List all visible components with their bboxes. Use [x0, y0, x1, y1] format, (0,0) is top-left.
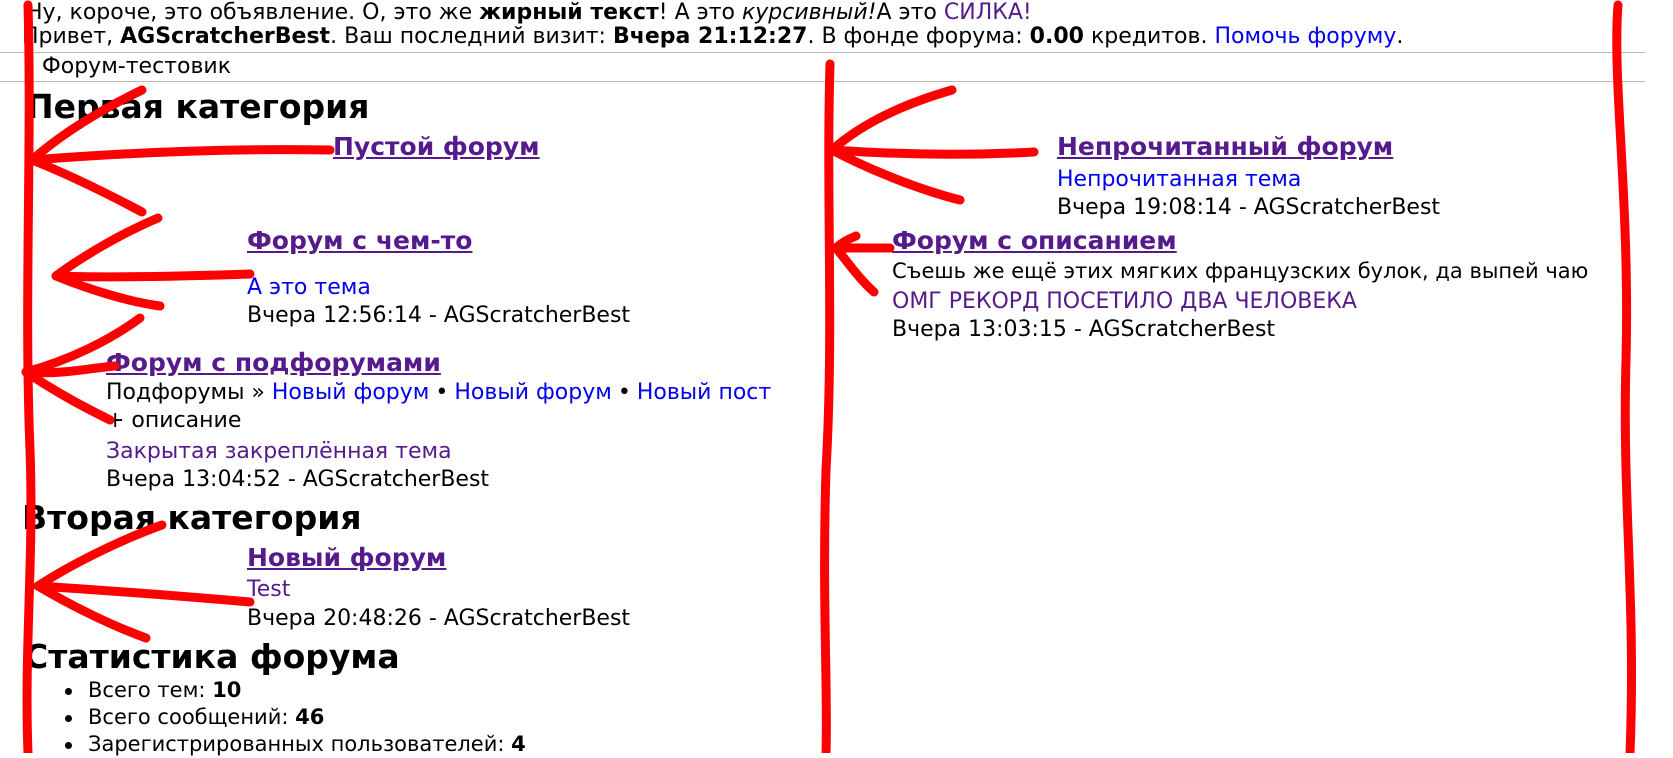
- breadcrumb-separator: ›: [26, 54, 35, 79]
- announcement-text-mid: ! А это: [658, 0, 742, 25]
- forum-link-something[interactable]: Форум с чем-то: [247, 226, 472, 256]
- subforums-label: Подфорумы »: [106, 380, 265, 405]
- subforum-separator: •: [617, 380, 631, 405]
- annotation-line-middle: [820, 59, 835, 753]
- forum-link-subforums[interactable]: Форум с подфорумами: [106, 348, 441, 378]
- category-title-first: Первая категория: [26, 87, 370, 126]
- announcement-text-after: А это: [876, 0, 944, 25]
- stats-item: Всего сообщений: 46: [62, 704, 526, 731]
- subforum-link[interactable]: Новый пост: [637, 380, 771, 405]
- announcement-text: Ну, короче, это объявление. О, это же: [26, 0, 480, 25]
- stats-value: 10: [212, 678, 242, 702]
- divider-bottom: [0, 81, 1645, 82]
- annotation-arrow: [831, 231, 879, 297]
- stats-title: Статистика форума: [24, 637, 400, 676]
- announcement-link[interactable]: СИЛКА!: [944, 0, 1032, 25]
- topic-link-pinned[interactable]: Закрытая закреплённая тема: [106, 439, 452, 465]
- annotation-arrow: [27, 145, 335, 165]
- stats-item: Всего тем: 10: [62, 677, 526, 704]
- welcome-username: AGScratcherBest: [120, 24, 331, 49]
- forum-link-unread[interactable]: Непрочитанный форум: [1057, 132, 1393, 162]
- forum-description: Съешь же ещё этих мягких французских бул…: [892, 259, 1589, 283]
- stats-list: Всего тем: 10 Всего сообщений: 46 Зареги…: [62, 677, 526, 758]
- forum-link-empty[interactable]: Пустой форум: [333, 132, 540, 162]
- subforum-separator: •: [435, 380, 449, 405]
- annotation-arrow: [33, 581, 255, 607]
- last-post-unread: Вчера 19:08:14 - AGScratcherBest: [1057, 195, 1441, 220]
- last-visit-value: Вчера 21:12:27: [612, 24, 808, 49]
- annotation-arrow: [33, 520, 167, 643]
- subforum-link[interactable]: Новый форум: [272, 380, 429, 405]
- announcement-italic: курсивный!: [741, 0, 877, 25]
- subforums-row: Подфорумы » Новый форум • Новый форум • Новы…: [106, 380, 771, 406]
- last-post-new: Вчера 20:48:26 - AGScratcherBest: [247, 606, 631, 631]
- annotation-arrow: [827, 145, 1039, 159]
- stats-item: Зарегистрированных пользователей: 4: [62, 731, 526, 758]
- topic-link-record[interactable]: ОМГ РЕКОРД ПОСЕТИЛО ДВА ЧЕЛОВЕКА: [892, 289, 1357, 315]
- breadcrumb-forum-link[interactable]: Форум-тестовик: [42, 54, 231, 79]
- last-post-subforums: Вчера 13:04:52 - AGScratcherBest: [106, 467, 490, 492]
- topic-link-test[interactable]: Test: [247, 577, 290, 603]
- topic-link-unread[interactable]: Непрочитанная тема: [1057, 167, 1301, 193]
- annotation-arrow: [51, 213, 165, 311]
- stats-value: 46: [295, 705, 325, 729]
- breadcrumb: › Форум-тестовик: [26, 54, 231, 80]
- forum-link-new[interactable]: Новый форум: [247, 543, 446, 573]
- annotation-arrow: [827, 85, 965, 205]
- fund-label: . В фонде форума:: [807, 24, 1030, 49]
- welcome-end: .: [1396, 24, 1404, 49]
- last-visit-label: . Ваш последний визит:: [330, 24, 613, 49]
- subforums-description: + описание: [106, 408, 242, 433]
- announcement-bold: жирный текст: [479, 0, 659, 25]
- stats-label: Всего сообщений:: [88, 705, 296, 729]
- annotation-arrow: [21, 367, 115, 425]
- last-post-description: Вчера 13:03:15 - AGScratcherBest: [892, 317, 1276, 342]
- subforum-link[interactable]: Новый форум: [454, 380, 611, 405]
- welcome-bar: Привет, AGScratcherBest. Ваш последний в…: [22, 24, 1403, 50]
- stats-label: Зарегистрированных пользователей:: [88, 732, 512, 756]
- announcement: Ну, короче, это объявление. О, это же жи…: [26, 0, 1032, 26]
- fund-value: 0.00: [1029, 24, 1084, 49]
- category-title-second: Вторая категория: [22, 498, 362, 537]
- forum-link-description[interactable]: Форум с описанием: [892, 226, 1177, 256]
- credits-label: кредитов.: [1083, 24, 1215, 49]
- divider-top: [0, 52, 1645, 53]
- annotation-line-right: [1612, 0, 1637, 753]
- annotation-arrow: [51, 269, 255, 282]
- stats-label: Всего тем:: [88, 678, 213, 702]
- last-post-something: Вчера 12:56:14 - AGScratcherBest: [247, 303, 631, 328]
- topic-link-something[interactable]: А это тема: [247, 275, 371, 301]
- welcome-greeting: Привет,: [22, 24, 121, 49]
- help-forum-link[interactable]: Помочь форуму: [1214, 24, 1396, 49]
- stats-block: Всего тем: 10 Всего сообщений: 46 Зареги…: [62, 677, 526, 758]
- stats-value: 4: [511, 732, 526, 756]
